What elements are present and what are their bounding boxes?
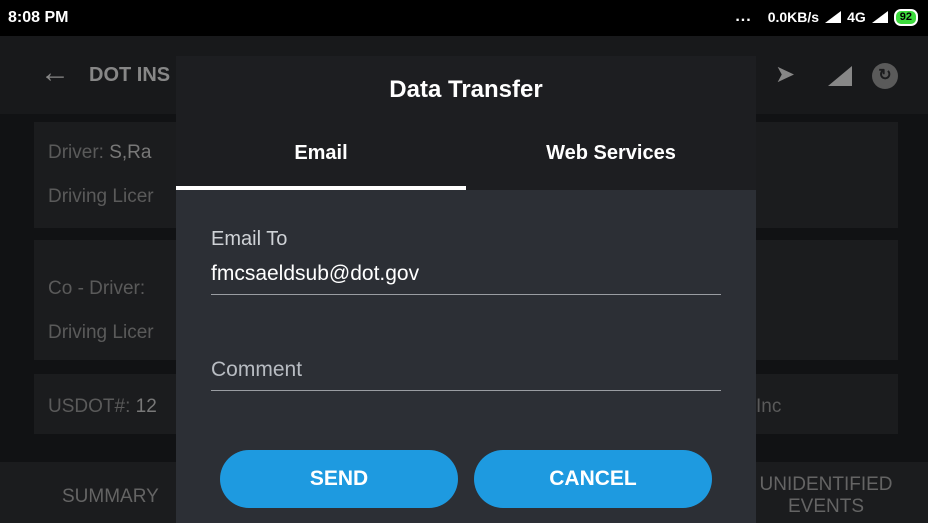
tab-web-services[interactable]: Web Services (466, 130, 756, 190)
network-type: 4G (847, 9, 866, 25)
email-to-input[interactable] (211, 262, 721, 295)
data-transfer-dialog: Data Transfer Email Web Services Email T… (176, 56, 756, 523)
email-to-label: Email To (211, 228, 288, 250)
cancel-button[interactable]: CANCEL (474, 450, 712, 508)
net-speed: 0.0KB/s (767, 9, 820, 25)
signal-icon-2 (871, 11, 888, 23)
more-dots-icon: ... (735, 8, 752, 25)
battery-icon: 92 (893, 8, 918, 26)
status-bar: 8:08 PM ... 0.0KB/s 4G 92 (0, 0, 928, 36)
comment-input[interactable] (211, 358, 721, 391)
dialog-body: Email To SEND CANCEL (176, 190, 756, 523)
status-icons: ... 0.0KB/s 4G 92 (735, 8, 918, 26)
tab-email[interactable]: Email (176, 130, 466, 190)
status-time: 8:08 PM (8, 9, 69, 26)
dialog-tabs: Email Web Services (176, 130, 756, 190)
dialog-title: Data Transfer (389, 76, 543, 103)
send-button[interactable]: SEND (220, 450, 458, 508)
signal-icon (825, 11, 842, 23)
